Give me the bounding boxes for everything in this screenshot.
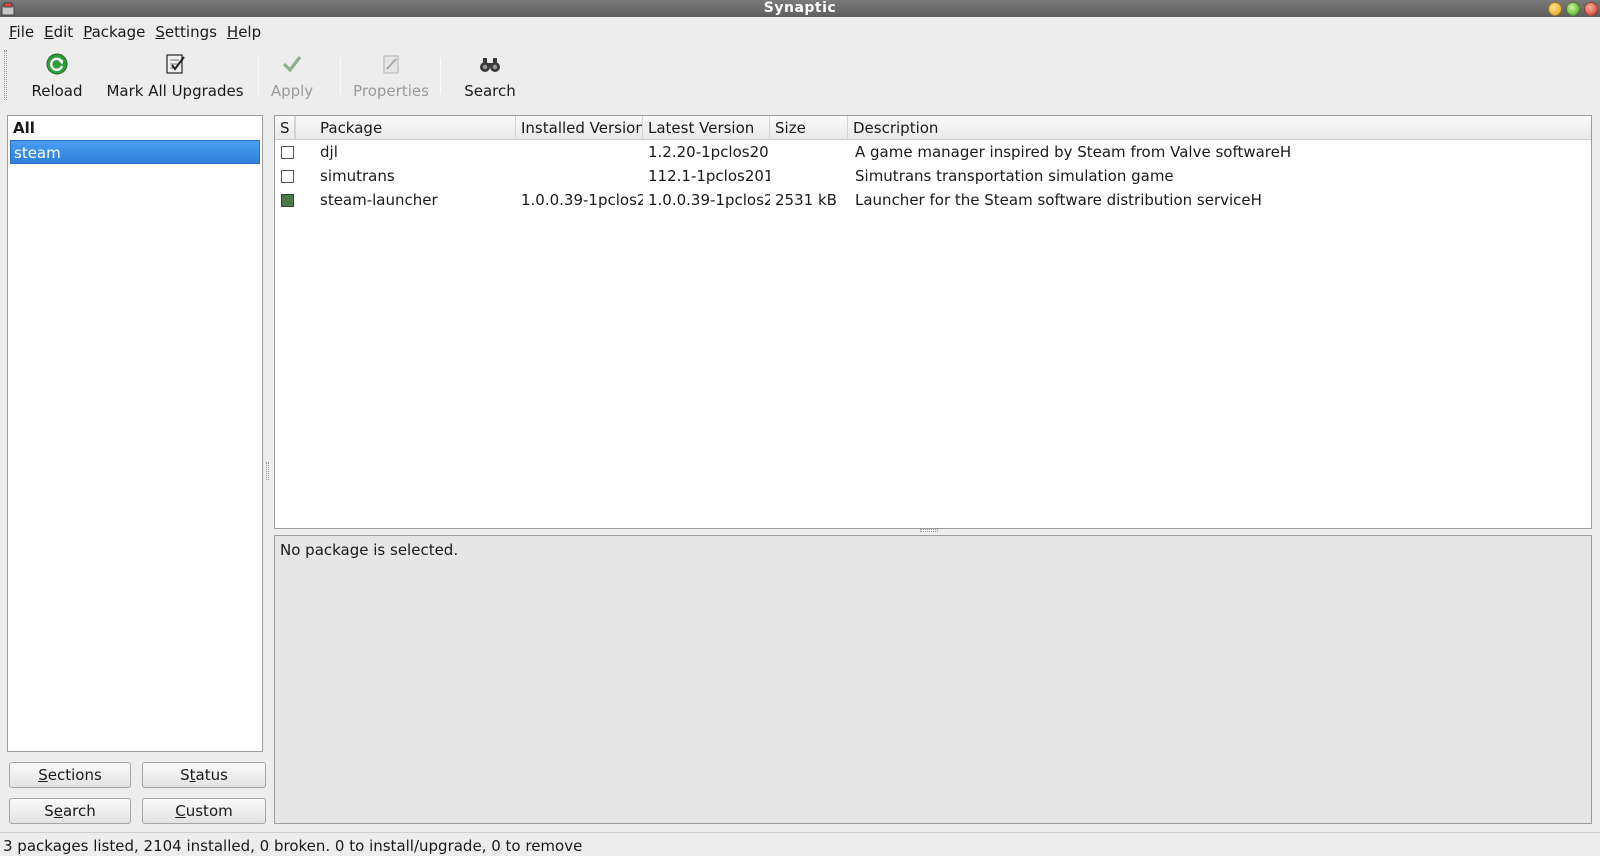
latest-version: 112.1-1pclos201 bbox=[648, 167, 770, 185]
mark-all-upgrades-label: Mark All Upgrades bbox=[106, 82, 244, 100]
search-toolbar-button[interactable]: Search bbox=[462, 50, 518, 102]
menu-file[interactable]: File bbox=[4, 20, 39, 44]
apply-button[interactable]: Apply bbox=[266, 50, 318, 102]
mark-all-upgrades-button[interactable]: Mark All Upgrades bbox=[106, 50, 244, 102]
toolbar: Reload Mark All Upgrades Apply Propertie… bbox=[0, 46, 1600, 106]
package-name: simutrans bbox=[320, 167, 395, 185]
status-button[interactable]: St atus bbox=[142, 762, 266, 788]
menu-package[interactable]: Package bbox=[78, 20, 150, 44]
package-name: djl bbox=[320, 143, 338, 161]
close-button[interactable] bbox=[1584, 2, 1598, 16]
custom-button[interactable]: Custom bbox=[142, 798, 266, 824]
properties-label: Properties bbox=[353, 82, 429, 100]
toolbar-grip[interactable] bbox=[4, 50, 7, 100]
table-row[interactable]: simutrans 112.1-1pclos201 Simutrans tran… bbox=[275, 164, 1591, 188]
package-status-checkbox[interactable] bbox=[281, 146, 294, 159]
window-title: Synaptic bbox=[763, 0, 837, 16]
mark-upgrades-icon bbox=[163, 52, 187, 76]
title-bar: Synaptic bbox=[0, 0, 1600, 17]
package-size: 2531 kB bbox=[775, 191, 837, 209]
column-latest-version[interactable]: Latest Version bbox=[643, 116, 770, 140]
reload-label: Reload bbox=[31, 82, 83, 100]
binoculars-icon bbox=[478, 52, 502, 76]
reload-button[interactable]: Reload bbox=[30, 50, 84, 102]
toolbar-separator bbox=[340, 58, 341, 94]
latest-version: 1.2.20-1pclos20: bbox=[648, 143, 770, 161]
search-toolbar-label: Search bbox=[464, 82, 516, 100]
package-table: S Package Installed Version Latest Versi… bbox=[274, 115, 1592, 529]
toolbar-separator bbox=[258, 58, 259, 94]
vertical-pane-handle[interactable] bbox=[266, 462, 269, 480]
package-description: A game manager inspired by Steam from Va… bbox=[855, 143, 1292, 161]
installed-version: 1.0.0.39-1pclos2 bbox=[521, 191, 643, 209]
toolbar-separator bbox=[440, 58, 441, 94]
package-description: Simutrans transportation simulation game bbox=[855, 167, 1174, 185]
menu-edit[interactable]: Edit bbox=[39, 20, 78, 44]
installed-version bbox=[516, 140, 643, 164]
status-bar: 3 packages listed, 2104 installed, 0 bro… bbox=[0, 832, 1600, 856]
minimize-button[interactable] bbox=[1548, 2, 1562, 16]
menu-settings[interactable]: Settings bbox=[150, 20, 222, 44]
details-message: No package is selected. bbox=[280, 541, 459, 559]
status-text: 3 packages listed, 2104 installed, 0 bro… bbox=[3, 837, 583, 855]
table-row[interactable]: steam-launcher 1.0.0.39-1pclos2 1.0.0.39… bbox=[275, 188, 1591, 212]
column-size[interactable]: Size bbox=[770, 116, 848, 140]
package-status-checkbox[interactable] bbox=[281, 194, 294, 207]
properties-button[interactable]: Properties bbox=[350, 50, 432, 102]
package-details-pane: No package is selected. bbox=[274, 535, 1592, 824]
table-row[interactable]: djl 1.2.20-1pclos20: A game manager insp… bbox=[275, 140, 1591, 164]
properties-icon bbox=[379, 52, 403, 76]
package-name: steam-launcher bbox=[320, 191, 438, 209]
reload-icon bbox=[45, 52, 69, 76]
package-description: Launcher for the Steam software distribu… bbox=[855, 191, 1262, 209]
search-filter-button[interactable]: Se arch bbox=[9, 798, 131, 824]
menu-help[interactable]: Help bbox=[222, 20, 266, 44]
installed-version bbox=[516, 164, 643, 188]
apply-check-icon bbox=[280, 52, 304, 76]
column-description[interactable]: Description bbox=[848, 116, 1591, 140]
filter-list: All steam bbox=[7, 115, 263, 752]
horizontal-pane-handle[interactable] bbox=[920, 529, 938, 532]
column-status[interactable]: S bbox=[275, 116, 295, 140]
filter-item-all[interactable]: All bbox=[8, 116, 262, 140]
maximize-button[interactable] bbox=[1566, 2, 1580, 16]
column-installed-version[interactable]: Installed Version bbox=[516, 116, 643, 140]
filter-item-steam[interactable]: steam bbox=[10, 140, 260, 164]
package-status-checkbox[interactable] bbox=[281, 170, 294, 183]
package-size bbox=[770, 164, 848, 188]
package-size bbox=[770, 140, 848, 164]
latest-version: 1.0.0.39-1pclos2 bbox=[648, 191, 770, 209]
sections-button[interactable]: Sections bbox=[9, 762, 131, 788]
apply-label: Apply bbox=[270, 82, 314, 100]
column-package[interactable]: Package bbox=[315, 116, 516, 140]
table-header: S Package Installed Version Latest Versi… bbox=[275, 116, 1591, 140]
menu-bar: File Edit Package Settings Help bbox=[0, 20, 266, 44]
